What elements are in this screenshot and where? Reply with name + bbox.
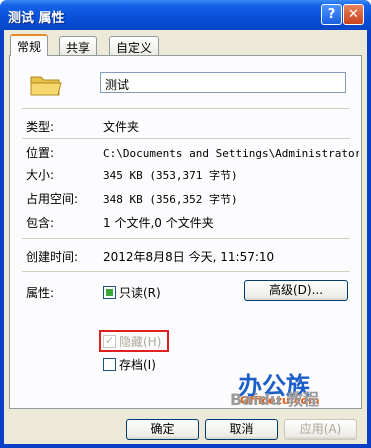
tab-customize[interactable]: 自定义 [109, 36, 160, 55]
attributes-label: 属性: [26, 286, 55, 300]
separator [22, 108, 350, 109]
dialog-body: 常规 共享 自定义 测试 类型: 文件夹 位置: C:\Documents an… [4, 30, 367, 444]
folder-name-input[interactable]: 测试 [100, 72, 346, 93]
size-value: 345 KB (353,371 字节) [103, 169, 238, 182]
readonly-label: 只读(R) [119, 286, 161, 300]
readonly-check-icon[interactable] [103, 286, 116, 299]
archive-label: 存档(I) [119, 358, 156, 372]
title-bar[interactable]: 测试 属性 ? ✕ [0, 0, 371, 30]
advanced-button[interactable]: 高级(D)... [244, 280, 348, 301]
disk-size-value: 348 KB (356,352 字节) [103, 193, 238, 206]
created-value: 2012年8月8日 今天, 11:57:10 [103, 250, 275, 264]
cancel-button[interactable]: 取消 [205, 419, 278, 440]
hidden-label: 隐藏(H) [119, 335, 162, 349]
size-label: 大小: [26, 168, 55, 182]
location-label: 位置: [26, 146, 55, 160]
location-value: C:\Documents and Settings\Administrator\… [103, 147, 359, 160]
readonly-checkbox[interactable]: 只读(R) [103, 284, 161, 300]
separator [22, 238, 350, 239]
close-button[interactable]: ✕ [343, 4, 364, 25]
properties-window: 测试 属性 ? ✕ 常规 共享 自定义 测试 类型: 文件夹 位置: C:\Do… [0, 0, 371, 448]
tab-general[interactable]: 常规 [10, 34, 49, 56]
window-title: 测试 属性 [8, 11, 65, 26]
type-value: 文件夹 [103, 120, 140, 134]
contains-value: 1 个文件,0 个文件夹 [103, 216, 214, 230]
archive-check-icon[interactable] [103, 358, 116, 371]
tab-sharing[interactable]: 共享 [59, 36, 98, 55]
ok-button[interactable]: 确定 [126, 419, 199, 440]
watermark-baidu: Baidu 教程 [230, 390, 319, 409]
created-label: 创建时间: [26, 250, 79, 264]
contains-label: 包含: [26, 216, 55, 230]
type-label: 类型: [26, 120, 55, 134]
archive-checkbox[interactable]: 存档(I) [103, 356, 156, 372]
separator [22, 138, 350, 139]
general-panel: 测试 类型: 文件夹 位置: C:\Documents and Settings… [9, 55, 362, 409]
folder-icon [30, 76, 62, 96]
disk-size-label: 占用空间: [26, 192, 79, 206]
apply-button[interactable]: 应用(A) [284, 419, 357, 440]
separator [22, 271, 350, 272]
hidden-checkbox[interactable]: 隐藏(H) [103, 333, 161, 349]
hidden-check-icon[interactable] [103, 334, 116, 348]
help-button[interactable]: ? [321, 4, 342, 25]
